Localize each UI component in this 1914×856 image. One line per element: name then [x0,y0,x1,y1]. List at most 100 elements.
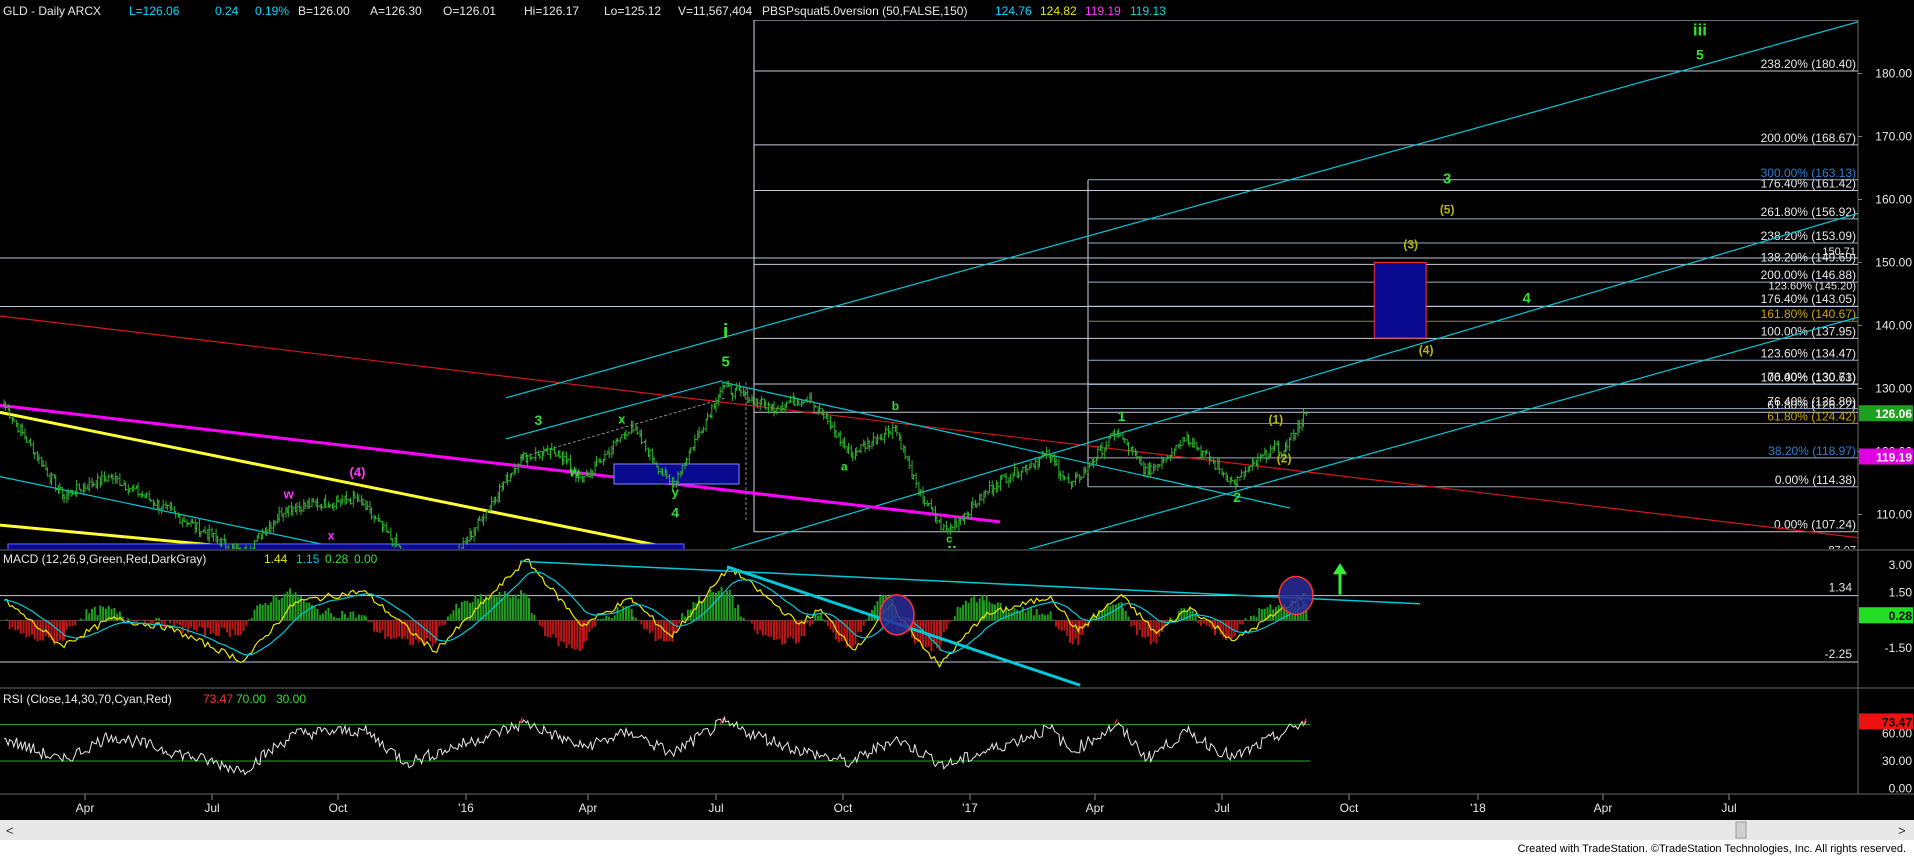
study-name: PBSPsquat5.0version (50,FALSE,150) [762,4,967,18]
macd-circle-marker [1278,575,1314,616]
macd-level-label: 1.34 [1829,581,1853,595]
volume: V=11,567,404 [678,4,753,18]
macd-level-label: -2.25 [1825,647,1853,661]
x-tick-label: Apr [76,801,95,815]
macd-hist-value: 0.28 [325,552,349,566]
low-price: Lo=125.12 [604,4,661,18]
study-value-4: 119.13 [1130,4,1166,18]
wave-label: b [892,399,899,413]
last-price-label: 126.06 [1875,407,1912,421]
macd-hist-badge-label: 0.28 [1889,609,1913,623]
x-tick-label: '16 [458,801,474,815]
wave-label: w [569,465,581,480]
study-value-1: 124.76 [995,4,1032,18]
wave-label: 2 [1233,489,1241,505]
macd-zero-value: 0.00 [354,552,378,566]
wave-label: 4 [1522,290,1531,307]
wave-label: x [618,412,626,427]
wave-label: i [723,321,729,343]
macd-tick-label: 3.00 [1889,558,1913,572]
x-tick-label: Apr [1086,801,1105,815]
wave-label: (4) [1419,343,1434,357]
pct-change: 0.19% [255,4,289,18]
macd-title: MACD (12,26,9,Green,Red,DarkGray) [3,552,206,566]
x-tick-label: Jul [204,801,219,815]
chart-background [0,0,1914,856]
wave-label: iii [1693,21,1707,40]
macd-circle-marker [879,594,915,636]
study-label: 119.19 [1876,450,1912,464]
study-value-2: 124.82 [1040,4,1077,18]
macd-value: 1.44 [264,552,288,566]
wave-label: y [672,485,680,500]
x-tick-label: Apr [579,801,598,815]
macd-signal-value: 1.15 [296,552,320,566]
fib-extra-label: 123.60% (145.20) [1769,281,1856,293]
fib-level-label: 261.80% (156.92) [1761,205,1856,219]
fib-level-label: 123.60% (134.47) [1761,346,1856,360]
wave-label: (1) [1269,413,1284,427]
x-tick-label: Apr [1594,801,1613,815]
price-tick-label: 130.00 [1875,381,1912,395]
scroll-left-icon[interactable]: < [6,823,14,838]
scrollbar-thumb[interactable] [1735,821,1747,839]
price-tick-label: 160.00 [1875,192,1912,206]
wave-label: (2) [1277,452,1292,466]
x-tick-label: Jul [1721,801,1736,815]
fib-level-label: 100.00% (130.63) [1761,370,1856,384]
fib-level-label: 300.00% (163.13) [1761,166,1856,180]
wave-label: 3 [534,412,542,428]
wave-label: a [841,459,848,473]
open-price: O=126.01 [443,4,496,18]
high-price: Hi=126.17 [524,4,579,18]
last-price: L=126.06 [129,4,180,18]
rsi-value: 73.47 [203,692,233,706]
horizontal-scrollbar[interactable]: < > [0,820,1914,840]
fib-level-label: 238.20% (153.09) [1761,229,1856,243]
fib-level-label: 238.20% (180.40) [1761,57,1856,71]
price-tick-label: 180.00 [1875,67,1912,81]
rsi-tick-label: 0.00 [1889,781,1913,795]
chart-canvas: 238.20% (180.40) 200.00% (168.67) 176.40% … [0,0,1914,856]
x-tick-label: Jul [708,801,723,815]
wave-label: x [328,529,335,543]
rsi-overbought-value: 70.00 [236,692,266,706]
scrollbar-track[interactable] [0,820,1914,840]
x-tick-label: Oct [834,801,853,815]
wave-label: (4) [350,465,366,480]
scroll-right-icon[interactable]: > [1898,823,1906,838]
bid-price: B=126.00 [298,4,350,18]
x-tick-label: Jul [1214,801,1229,815]
wave-label: (3) [1403,238,1418,252]
footer-credit: Created with TradeStation. ©TradeStation… [1518,843,1906,855]
wave-label: (5) [1440,202,1455,216]
fib-level-label: 61.80% (124.42) [1767,410,1856,424]
wave-label: 5 [721,353,729,370]
price-tick-label: 140.00 [1875,318,1912,332]
fib-extra-label: 150.71 [1822,246,1856,258]
price-tick-label: 170.00 [1875,130,1912,144]
net-change: 0.24 [215,4,239,18]
wave-label: 4 [671,505,679,521]
rsi-title: RSI (Close,14,30,70,Cyan,Red) [3,692,172,706]
macd-tick-label: -1.50 [1885,641,1913,655]
rsi-value-badge-label: 73.47 [1882,715,1912,729]
wave-label: w [283,487,295,502]
target-zone-box [1373,261,1427,339]
price-tick-label: 150.00 [1875,255,1912,269]
ask-price: A=126.30 [370,4,422,18]
symbol-label: GLD - Daily ARCX [3,4,101,18]
rsi-legend: RSI (Close,14,30,70,Cyan,Red) 73.47 70.0… [3,692,306,706]
x-tick-label: '18 [1470,801,1486,815]
fib-level-label: 200.00% (168.67) [1761,131,1856,145]
macd-tick-label: 1.50 [1889,586,1913,600]
x-tick-label: Oct [1340,801,1359,815]
fib-level-label: 38.20% (118.97) [1768,444,1856,458]
x-tick-label: Oct [329,801,348,815]
fib-level-label: 176.40% (143.05) [1761,292,1856,306]
fib-level-label: 0.00% (114.38) [1775,473,1856,487]
wave-label: c [946,534,952,546]
x-tick-label: '17 [962,801,978,815]
fib-level-label: 161.80% (140.67) [1761,307,1856,321]
fib-level-label: 76.40% (126.80) [1767,395,1856,409]
